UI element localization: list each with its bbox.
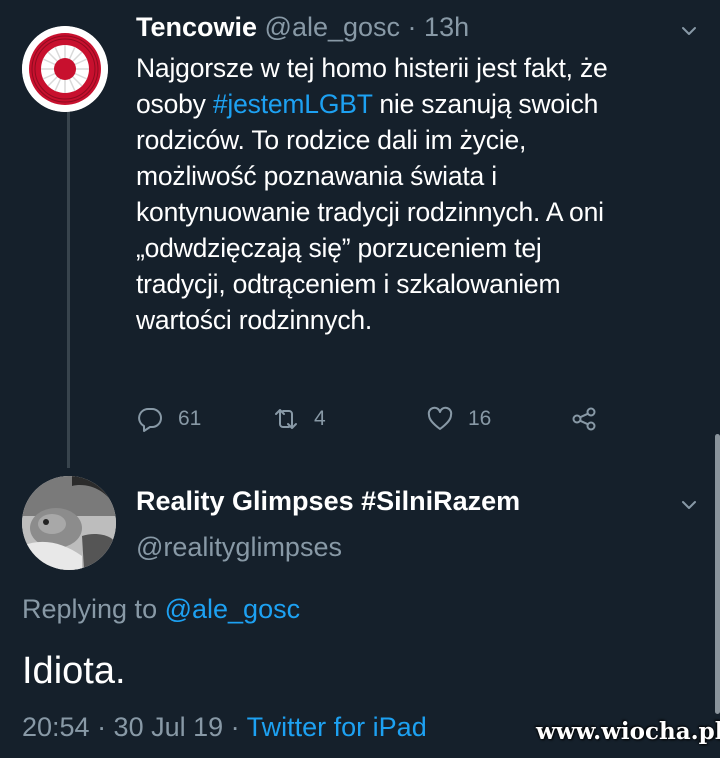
chevron-down-icon[interactable] [678, 20, 700, 42]
chevron-down-icon[interactable] [678, 494, 700, 516]
tweet-text: Najgorsze w tej homo histerii jest fakt,… [136, 50, 696, 338]
like-count: 16 [468, 407, 492, 430]
watermark: www.wiocha.pl [536, 718, 720, 745]
tweet-text-line: Najgorsze w tej homo histerii jest fakt,… [136, 53, 608, 83]
tweet-text-line: osoby #jestemLGBT nie szanują swoich [136, 89, 599, 119]
like-button[interactable]: 16 [426, 402, 491, 436]
tweet-text-line: tradycji, odtrąceniem i szkalowaniem [136, 269, 561, 299]
retweet-button[interactable]: 4 [272, 402, 326, 436]
avatar[interactable] [22, 26, 108, 112]
tweet-text-line: wartości rodzinnych. [136, 305, 373, 335]
user-handle[interactable]: @ale_gosc [265, 12, 401, 42]
retweet-icon [272, 405, 314, 433]
timestamp: 20:54 · 30 Jul 19 · [22, 712, 247, 742]
share-button[interactable] [570, 402, 612, 436]
display-name[interactable]: Tencowie [136, 12, 257, 42]
tweet-text-line: rodziców. To rodzice dali im życie, [136, 125, 527, 155]
display-name[interactable]: Reality Glimpses #SilniRazem [136, 486, 520, 517]
replying-prefix: Replying to [22, 594, 165, 624]
animal-photo-avatar-image [22, 476, 116, 570]
separator: · [400, 12, 425, 42]
source-link[interactable]: Twitter for iPad [247, 712, 427, 742]
tweet-text-line: możliwość poznawania świata i [136, 161, 497, 191]
tweet-text: Idiota. [22, 650, 126, 692]
user-handle[interactable]: @realityglimpses [136, 532, 342, 563]
reply-icon [136, 405, 178, 433]
retweet-count: 4 [314, 407, 326, 430]
mention-link[interactable]: @ale_gosc [165, 594, 301, 624]
tweet-header: Tencowie @ale_gosc · 13h [136, 10, 469, 44]
rosette-avatar-image [22, 26, 108, 112]
tweet-metadata: 20:54 · 30 Jul 19 · Twitter for iPad [22, 712, 427, 743]
reply-button[interactable]: 61 [136, 402, 201, 436]
tweet-text-line: kontynuowanie tradycji rodzinnych. A oni [136, 197, 604, 227]
hashtag-link[interactable]: #jestemLGBT [213, 89, 373, 119]
thread-connector-line [67, 100, 70, 468]
heart-icon [426, 405, 468, 433]
avatar[interactable] [22, 476, 116, 570]
share-icon [570, 405, 612, 433]
scrollbar[interactable] [715, 434, 720, 714]
timestamp[interactable]: 13h [424, 12, 469, 42]
tweet-text-line: „odwdzięczają się” porzuceniem tej [136, 233, 542, 263]
reply-count: 61 [178, 407, 202, 430]
replying-to: Replying to @ale_gosc [22, 594, 300, 625]
